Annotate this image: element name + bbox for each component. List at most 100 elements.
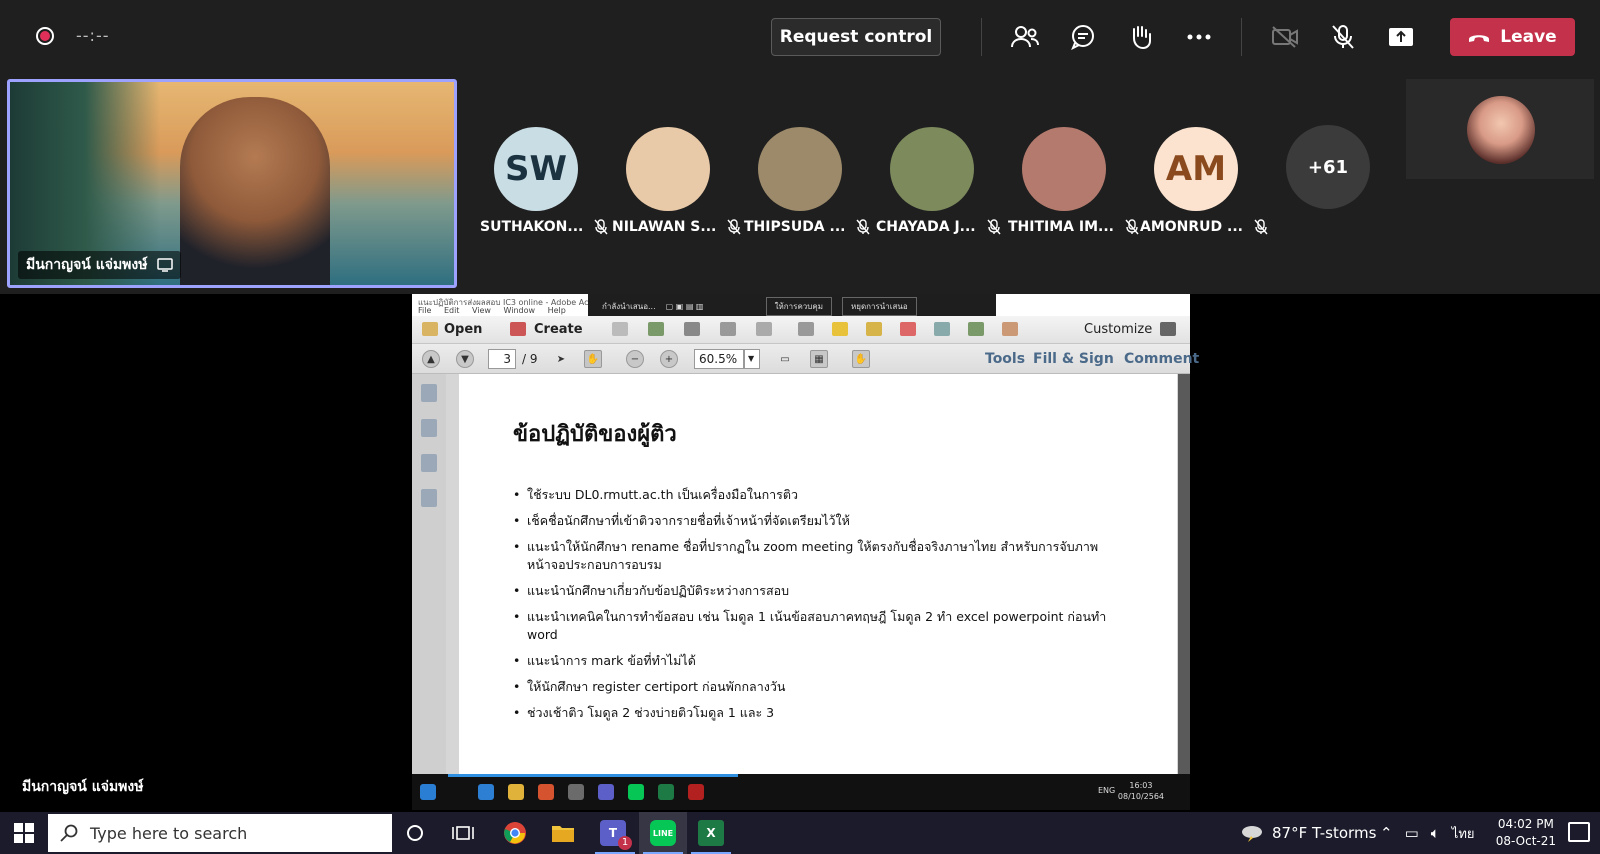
more-participants-button[interactable]: +61 [1286, 125, 1370, 209]
participant-avatar[interactable]: AM [1154, 127, 1238, 211]
participants-icon[interactable] [1010, 22, 1040, 52]
upload-icon[interactable] [648, 322, 664, 336]
participant-avatar[interactable] [758, 127, 842, 211]
remote-taskbar: ENG 16:03 08/10/2564 [412, 774, 1190, 810]
page-scrollbar[interactable] [1178, 374, 1190, 774]
excel-icon[interactable]: X [698, 820, 724, 846]
system-tray: ⌃ ▭ 🔈︎ ไทย [1380, 812, 1475, 854]
menu-edit[interactable]: Edit [444, 306, 460, 315]
weather-text: 87°F T-storms [1272, 824, 1377, 842]
read-mode-icon[interactable]: ✋ [852, 350, 870, 368]
screen-share-icon [157, 258, 174, 272]
acrobat-toolbar: Open Create Customize [412, 316, 1190, 344]
list-item: ใช้ระบบ DL0.rmutt.ac.th เป็นเครื่องมือใน… [513, 486, 1113, 504]
input-language[interactable]: ไทย [1452, 823, 1475, 844]
pages-icon[interactable] [421, 384, 437, 402]
page-total: / 9 [522, 352, 538, 366]
delete-page-icon[interactable] [900, 322, 916, 336]
customize-button[interactable]: Customize [1084, 322, 1152, 337]
hand-tool-icon[interactable]: ✋ [584, 350, 602, 368]
navigation-rail [412, 374, 446, 774]
mic-off-icon[interactable] [1328, 22, 1358, 52]
zoom-input[interactable]: 60.5% [694, 349, 744, 369]
comment-pane-button[interactable]: Comment [1124, 351, 1199, 367]
print-icon[interactable] [684, 322, 700, 336]
participant-name-label: SUTHAKON... [480, 219, 584, 235]
presenter-tile-name: มีนกาญจน์ แจ่มพงษ์ [26, 257, 148, 273]
presenting-bar: กำลังนำเสนอ... ▢ ▣ ▤ ▥ ให้การควบคุม หยุด… [588, 294, 996, 318]
expand-icon[interactable] [1160, 322, 1176, 336]
cortana-icon[interactable] [402, 820, 428, 846]
email-icon[interactable] [756, 322, 772, 336]
chrome-icon[interactable] [502, 820, 528, 846]
comment-icon[interactable] [832, 322, 848, 336]
attachment-icon[interactable] [421, 454, 437, 472]
task-view-icon[interactable] [450, 820, 476, 846]
highlight-icon[interactable] [866, 322, 882, 336]
self-video-tile[interactable] [1406, 79, 1594, 179]
remote-app-icon [568, 784, 584, 800]
line-app-icon[interactable]: LINE [650, 820, 676, 846]
menu-file[interactable]: File [418, 306, 431, 315]
chevron-up-icon[interactable]: ⌃ [1380, 824, 1393, 842]
select-tool-icon[interactable]: ➤ [552, 350, 570, 368]
taskbar-search-input[interactable]: Type here to search [48, 814, 392, 852]
remote-excel-icon [658, 784, 674, 800]
menu-window[interactable]: Window [504, 306, 536, 315]
volume-icon[interactable]: 🔈︎ [1431, 824, 1440, 842]
stop-presenting-button[interactable]: หยุดการนำเสนอ [841, 296, 917, 316]
leave-button[interactable]: Leave [1450, 18, 1575, 56]
fit-width-icon[interactable]: ▦ [810, 350, 828, 368]
zoom-dropdown-icon[interactable]: ▼ [744, 349, 760, 369]
network-icon[interactable]: ▭ [1405, 824, 1419, 842]
list-item: แนะนำการ mark ข้อที่ทำไม่ได้ [513, 652, 1113, 670]
request-control-button[interactable]: Request control [771, 18, 941, 56]
page-number-input[interactable]: 3 [488, 349, 516, 369]
list-item: แนะนำให้นักศึกษา rename ชื่อที่ปรากฏใน z… [513, 538, 1113, 574]
raise-hand-icon[interactable] [1126, 22, 1156, 52]
zoom-in-icon[interactable]: + [660, 350, 678, 368]
edit-icon[interactable] [720, 322, 736, 336]
weather-widget[interactable]: 87°F T-storms [1240, 812, 1376, 854]
fit-page-icon[interactable]: ▭ [776, 350, 794, 368]
participant-name-label: NILAWAN S... [612, 219, 717, 235]
participant-name: THIPSUDA ... [744, 219, 871, 235]
participant-avatar[interactable]: SW [494, 127, 578, 211]
menu-view[interactable]: View [472, 306, 491, 315]
share-icon[interactable] [1386, 22, 1416, 52]
settings-icon[interactable] [798, 322, 814, 336]
participant-avatar[interactable] [890, 127, 974, 211]
system-clock[interactable]: 04:02 PM 08-Oct-21 [1496, 816, 1556, 850]
chat-icon[interactable] [1068, 22, 1098, 52]
create-button[interactable]: Create [534, 322, 583, 337]
camera-off-icon[interactable] [1270, 22, 1300, 52]
menu-help[interactable]: Help [548, 306, 566, 315]
previous-page-icon[interactable]: ▲ [422, 350, 440, 368]
participant-name: SUTHAKON... [480, 219, 609, 235]
participant-avatar[interactable] [1022, 127, 1106, 211]
bookmark-icon[interactable] [421, 419, 437, 437]
next-page-icon[interactable]: ▼ [456, 350, 474, 368]
open-button[interactable]: Open [444, 322, 482, 337]
presenter-video-tile[interactable]: มีนกาญจน์ แจ่มพงษ์ [7, 79, 457, 288]
participant-name-label: CHAYADA J... [876, 219, 976, 235]
more-icon[interactable] [1184, 22, 1214, 52]
remote-teams-icon [598, 784, 614, 800]
extract-icon[interactable] [934, 322, 950, 336]
insert-icon[interactable] [968, 322, 984, 336]
give-control-select[interactable]: ให้การควบคุม [765, 296, 832, 316]
layout-icons[interactable]: ▢ ▣ ▤ ▥ [666, 302, 756, 311]
windows-start-icon[interactable] [14, 823, 34, 843]
form-icon[interactable] [1002, 322, 1018, 336]
participant-avatar[interactable] [626, 127, 710, 211]
mic-muted-icon [727, 219, 741, 235]
zoom-out-icon[interactable]: − [626, 350, 644, 368]
fill-sign-pane-button[interactable]: Fill & Sign [1033, 351, 1114, 367]
tools-pane-button[interactable]: Tools [985, 351, 1025, 367]
save-icon[interactable] [612, 322, 628, 336]
navigation-toolbar: ▲ ▼ 3 / 9 ➤ ✋ − + 60.5% ▼ ▭ ▦ ✋ Tools Fi… [412, 344, 1199, 374]
pdf-page: ข้อปฏิบัติของผู้ติว ใช้ระบบ DL0.rmutt.ac… [459, 374, 1177, 774]
file-explorer-icon[interactable] [550, 820, 576, 846]
signature-icon[interactable] [421, 489, 437, 507]
notification-icon[interactable] [1568, 822, 1590, 842]
